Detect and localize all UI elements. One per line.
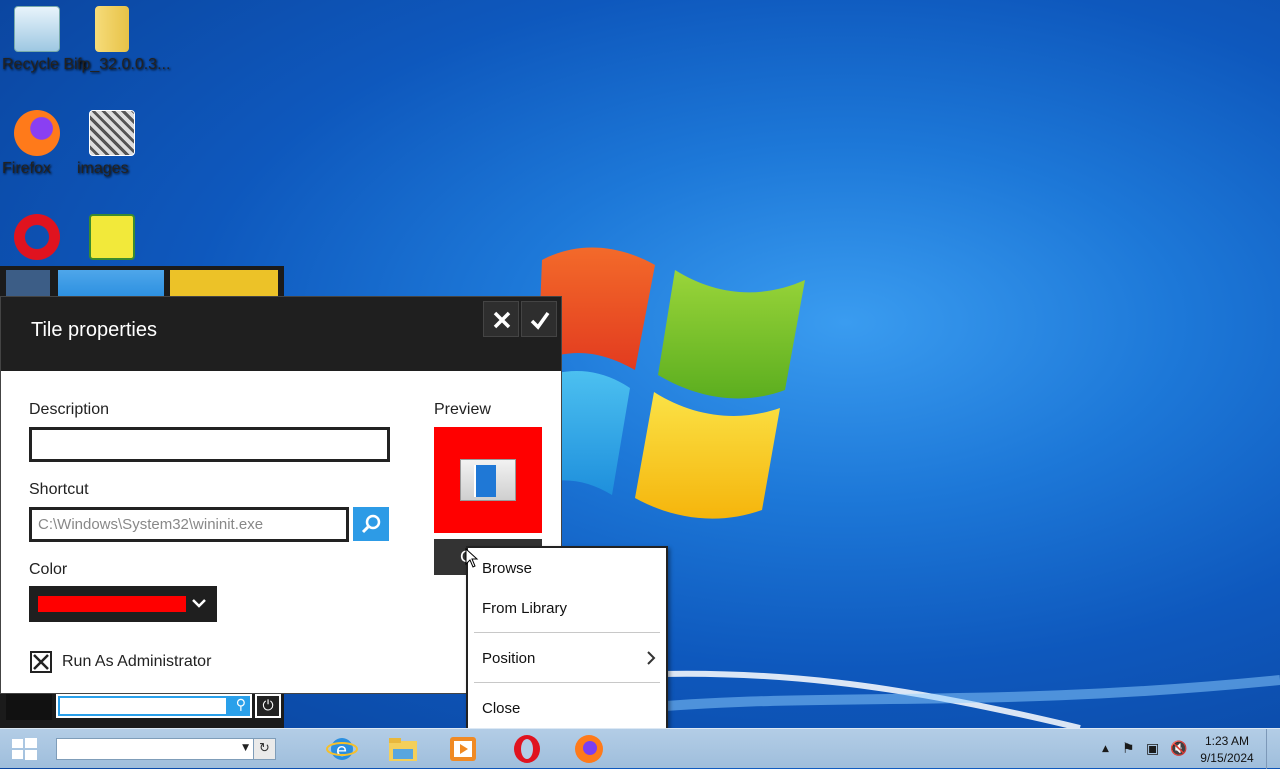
- shortcut-browse-button[interactable]: [353, 507, 389, 541]
- desktop: Recycle Bin fp_32.0.0.3... Firefox image…: [0, 0, 1280, 728]
- menu-separator: [474, 682, 660, 683]
- shortcut-input[interactable]: [32, 510, 346, 539]
- clock-date: 9/15/2024: [1200, 751, 1254, 765]
- cancel-button[interactable]: [483, 301, 519, 337]
- file-explorer-icon: [389, 738, 417, 761]
- windows-logo-icon: [12, 738, 37, 760]
- menu-item-position[interactable]: Position: [482, 650, 535, 667]
- chevron-right-icon: [647, 651, 656, 665]
- desktop-icon-spongebob[interactable]: [77, 214, 147, 264]
- windows-logo-wallpaper: [530, 247, 805, 519]
- checkbox-x-icon: [33, 654, 49, 670]
- desktop-icon-fp-zip[interactable]: fp_32.0.0.3...: [77, 6, 170, 73]
- taskbar-media-player[interactable]: [447, 733, 479, 765]
- description-label: Description: [29, 401, 110, 418]
- taskbar-firefox[interactable]: [573, 733, 605, 765]
- network-icon[interactable]: ▣: [1146, 741, 1159, 757]
- chevron-down-icon: [192, 599, 206, 608]
- color-swatch: [38, 596, 186, 612]
- desktop-icon-firefox[interactable]: Firefox: [2, 110, 72, 177]
- start-button[interactable]: [10, 736, 40, 762]
- power-icon: ⏻: [262, 698, 274, 714]
- desktop-icon-label: fp_32.0.0.3...: [77, 56, 171, 73]
- menu-separator: [474, 632, 660, 633]
- action-center-flag-icon[interactable]: ⚑: [1122, 741, 1135, 757]
- description-input[interactable]: [32, 430, 387, 459]
- check-icon: [530, 311, 550, 330]
- firefox-icon: [575, 735, 603, 763]
- chevron-down-icon[interactable]: ▼: [242, 743, 249, 753]
- search-icon: [361, 514, 381, 534]
- clock-time: 1:23 AM: [1204, 734, 1250, 748]
- run-as-admin-label: Run As Administrator: [62, 653, 212, 670]
- menu-item-browse[interactable]: Browse: [482, 560, 532, 577]
- desktop-icon-label: images: [77, 160, 129, 177]
- wallpaper-swoosh: [560, 670, 1280, 728]
- color-label: Color: [29, 561, 68, 578]
- image-thumbnail-icon: [89, 110, 135, 156]
- taskbar: ▼ ↻ e ▲ ⚑ ▣ 🔇 1:23 AM 9/15/2024: [0, 728, 1280, 769]
- start-menu-user-tile[interactable]: [6, 694, 52, 720]
- refresh-icon[interactable]: ↻: [253, 739, 275, 759]
- firefox-icon: [14, 110, 60, 156]
- power-button[interactable]: ⏻: [255, 694, 281, 718]
- start-menu-search-input[interactable]: [60, 698, 226, 714]
- start-menu-tile-images[interactable]: [6, 270, 50, 298]
- system-clock[interactable]: 1:23 AM 9/15/2024: [1196, 733, 1258, 767]
- dialog-title: Tile properties: [31, 319, 157, 341]
- search-icon[interactable]: ⚲: [236, 697, 246, 713]
- opera-icon: [514, 735, 540, 763]
- desktop-icon-label: Firefox: [2, 160, 51, 177]
- show-desktop-button[interactable]: [1266, 729, 1280, 769]
- spongebob-icon: [89, 214, 135, 260]
- menu-item-close[interactable]: Close: [482, 700, 520, 717]
- context-menu: Browse From Library Position Close: [466, 546, 668, 728]
- shortcut-label: Shortcut: [29, 481, 89, 498]
- media-player-icon: [450, 737, 476, 761]
- opera-icon: [14, 214, 60, 260]
- ok-button[interactable]: [521, 301, 557, 337]
- run-as-admin-checkbox[interactable]: [30, 651, 52, 673]
- start-menu-tile-yellow[interactable]: [170, 270, 278, 298]
- color-dropdown[interactable]: [29, 586, 217, 622]
- close-icon: [493, 311, 511, 329]
- mouse-cursor-icon: [465, 548, 479, 568]
- show-hidden-icons-icon[interactable]: ▲: [1102, 744, 1109, 754]
- tile-preview: [434, 427, 542, 533]
- description-field[interactable]: [29, 427, 390, 462]
- preview-label: Preview: [434, 401, 491, 418]
- zip-folder-icon: [95, 6, 129, 52]
- taskbar-internet-explorer[interactable]: e: [326, 733, 358, 765]
- desktop-icon-opera[interactable]: [2, 214, 72, 264]
- app-window-icon: [460, 459, 516, 501]
- start-menu-search[interactable]: ⚲: [56, 694, 252, 718]
- internet-explorer-icon: e: [326, 738, 358, 761]
- taskbar-file-explorer[interactable]: [387, 733, 419, 765]
- taskbar-opera[interactable]: [511, 733, 543, 765]
- menu-item-from-library[interactable]: From Library: [482, 600, 567, 617]
- desktop-icon-label: Recycle Bin: [2, 56, 87, 73]
- dialog-header: Tile properties: [1, 297, 561, 371]
- volume-muted-icon[interactable]: 🔇: [1170, 741, 1187, 757]
- recycle-bin-icon: [14, 6, 60, 52]
- shortcut-field[interactable]: [29, 507, 349, 542]
- address-bar[interactable]: ▼ ↻: [56, 738, 276, 760]
- desktop-icon-images[interactable]: images: [77, 110, 147, 177]
- start-menu-tile-ie[interactable]: [58, 270, 164, 298]
- desktop-icon-recycle-bin[interactable]: Recycle Bin: [2, 6, 86, 73]
